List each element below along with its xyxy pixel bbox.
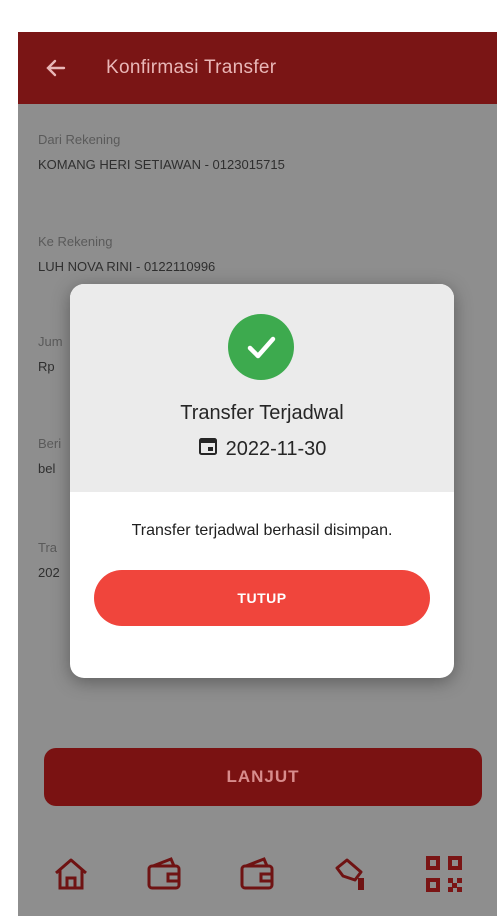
note-label: Beri	[38, 436, 62, 451]
payment-hand-icon[interactable]	[326, 849, 376, 899]
transfer-date-field: Tra 202	[38, 540, 60, 580]
success-dialog: Transfer Terjadwal 2022-11-30 Transfer t…	[70, 284, 454, 678]
to-account-value: LUH NOVA RINI - 0122110996	[38, 259, 216, 274]
calendar-icon	[198, 436, 218, 462]
bottom-nav	[18, 832, 497, 916]
back-arrow-icon[interactable]	[42, 54, 70, 82]
app-bar: Konfirmasi Transfer	[18, 32, 497, 104]
dialog-message: Transfer terjadwal berhasil disimpan.	[131, 522, 393, 539]
to-account-label: Ke Rekening	[38, 234, 113, 249]
amount-value: Rp	[38, 359, 55, 374]
note-field: Beri bel	[38, 436, 61, 476]
to-account-field: Ke Rekening LUH NOVA RINI - 0122110996	[38, 234, 215, 274]
scheduled-date: 2022-11-30	[70, 436, 454, 462]
scheduled-date-text: 2022-11-30	[225, 437, 327, 460]
wallet-icon[interactable]	[139, 849, 189, 899]
wallet-transfer-icon[interactable]	[232, 849, 282, 899]
dialog-title: Transfer Terjadwal	[180, 402, 344, 424]
page-title: Konfirmasi Transfer	[106, 57, 277, 78]
transfer-date-value: 202	[38, 565, 60, 580]
from-account-field: Dari Rekening KOMANG HERI SETIAWAN - 012…	[38, 132, 285, 172]
check-circle-icon	[228, 314, 294, 380]
close-button[interactable]: TUTUP	[94, 570, 430, 626]
note-value: bel	[38, 461, 56, 476]
from-account-value: KOMANG HERI SETIAWAN - 0123015715	[38, 157, 285, 172]
from-account-label: Dari Rekening	[38, 132, 121, 147]
amount-field: Jum Rp	[38, 334, 63, 374]
transfer-date-label: Tra	[38, 540, 58, 555]
home-icon[interactable]	[46, 849, 96, 899]
qr-code-icon[interactable]	[419, 849, 469, 899]
amount-label: Jum	[38, 334, 63, 349]
next-button[interactable]: LANJUT	[44, 748, 482, 806]
